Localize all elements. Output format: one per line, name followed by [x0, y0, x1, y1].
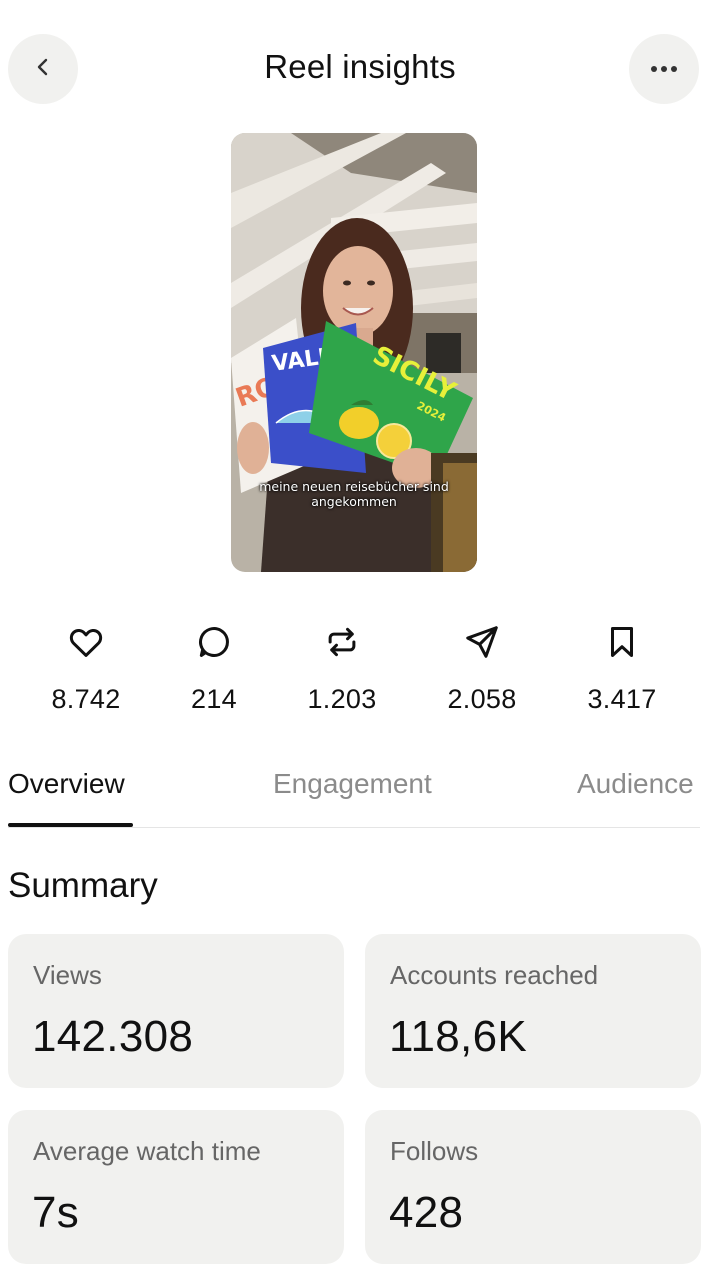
reel-insights-screen: Reel insights VALEN SICILY 2024 meine ne…	[0, 0, 720, 1280]
page-title: Reel insights	[264, 48, 456, 85]
bookmark-icon	[552, 620, 692, 664]
reel-thumbnail[interactable]: ROM VALEN SICILY 2024 meine neuen reiseb…	[231, 133, 477, 572]
follows-value: 428	[389, 1188, 464, 1237]
comment-icon	[144, 620, 284, 664]
follows-label: Follows	[390, 1136, 479, 1166]
repost-icon	[272, 620, 412, 664]
comments-metric[interactable]: 214	[144, 620, 284, 715]
accounts-reached-label: Accounts reached	[390, 960, 599, 990]
tab-overview[interactable]: Overview	[8, 768, 125, 800]
comments-count: 214	[191, 684, 237, 714]
accounts-reached-card[interactable]: Accounts reached 118,6K	[365, 934, 701, 1088]
follows-card[interactable]: Follows 428	[365, 1110, 701, 1264]
tab-engagement[interactable]: Engagement	[273, 768, 432, 800]
accounts-reached-value: 118,6K	[389, 1012, 527, 1061]
insights-tabs: Overview Engagement Audience	[0, 760, 720, 830]
engagement-metrics: 8.742 214 1.203 2.058 3.417	[0, 620, 720, 720]
views-value: 142.308	[32, 1012, 194, 1061]
views-card[interactable]: Views 142.308	[8, 934, 344, 1088]
header: Reel insights	[0, 0, 720, 140]
more-options-button[interactable]	[629, 34, 699, 104]
summary-title: Summary	[8, 866, 158, 905]
more-horizontal-icon	[649, 60, 679, 78]
shares-metric[interactable]: 2.058	[412, 620, 552, 715]
average-watch-time-card[interactable]: Average watch time 7s	[8, 1110, 344, 1264]
share-icon	[412, 620, 552, 664]
tabs-divider	[8, 827, 700, 828]
reposts-count: 1.203	[307, 684, 377, 714]
views-label: Views	[33, 960, 102, 990]
active-tab-indicator	[8, 823, 133, 827]
saves-count: 3.417	[587, 684, 657, 714]
average-watch-time-value: 7s	[32, 1188, 80, 1237]
tab-audience[interactable]: Audience	[577, 768, 694, 800]
reposts-metric[interactable]: 1.203	[272, 620, 412, 715]
reel-caption: meine neuen reisebücher sind angekommen	[259, 479, 449, 509]
heart-icon	[16, 620, 156, 664]
average-watch-time-label: Average watch time	[33, 1136, 261, 1166]
shares-count: 2.058	[447, 684, 517, 714]
likes-metric[interactable]: 8.742	[16, 620, 156, 715]
saves-metric[interactable]: 3.417	[552, 620, 692, 715]
likes-count: 8.742	[51, 684, 121, 714]
